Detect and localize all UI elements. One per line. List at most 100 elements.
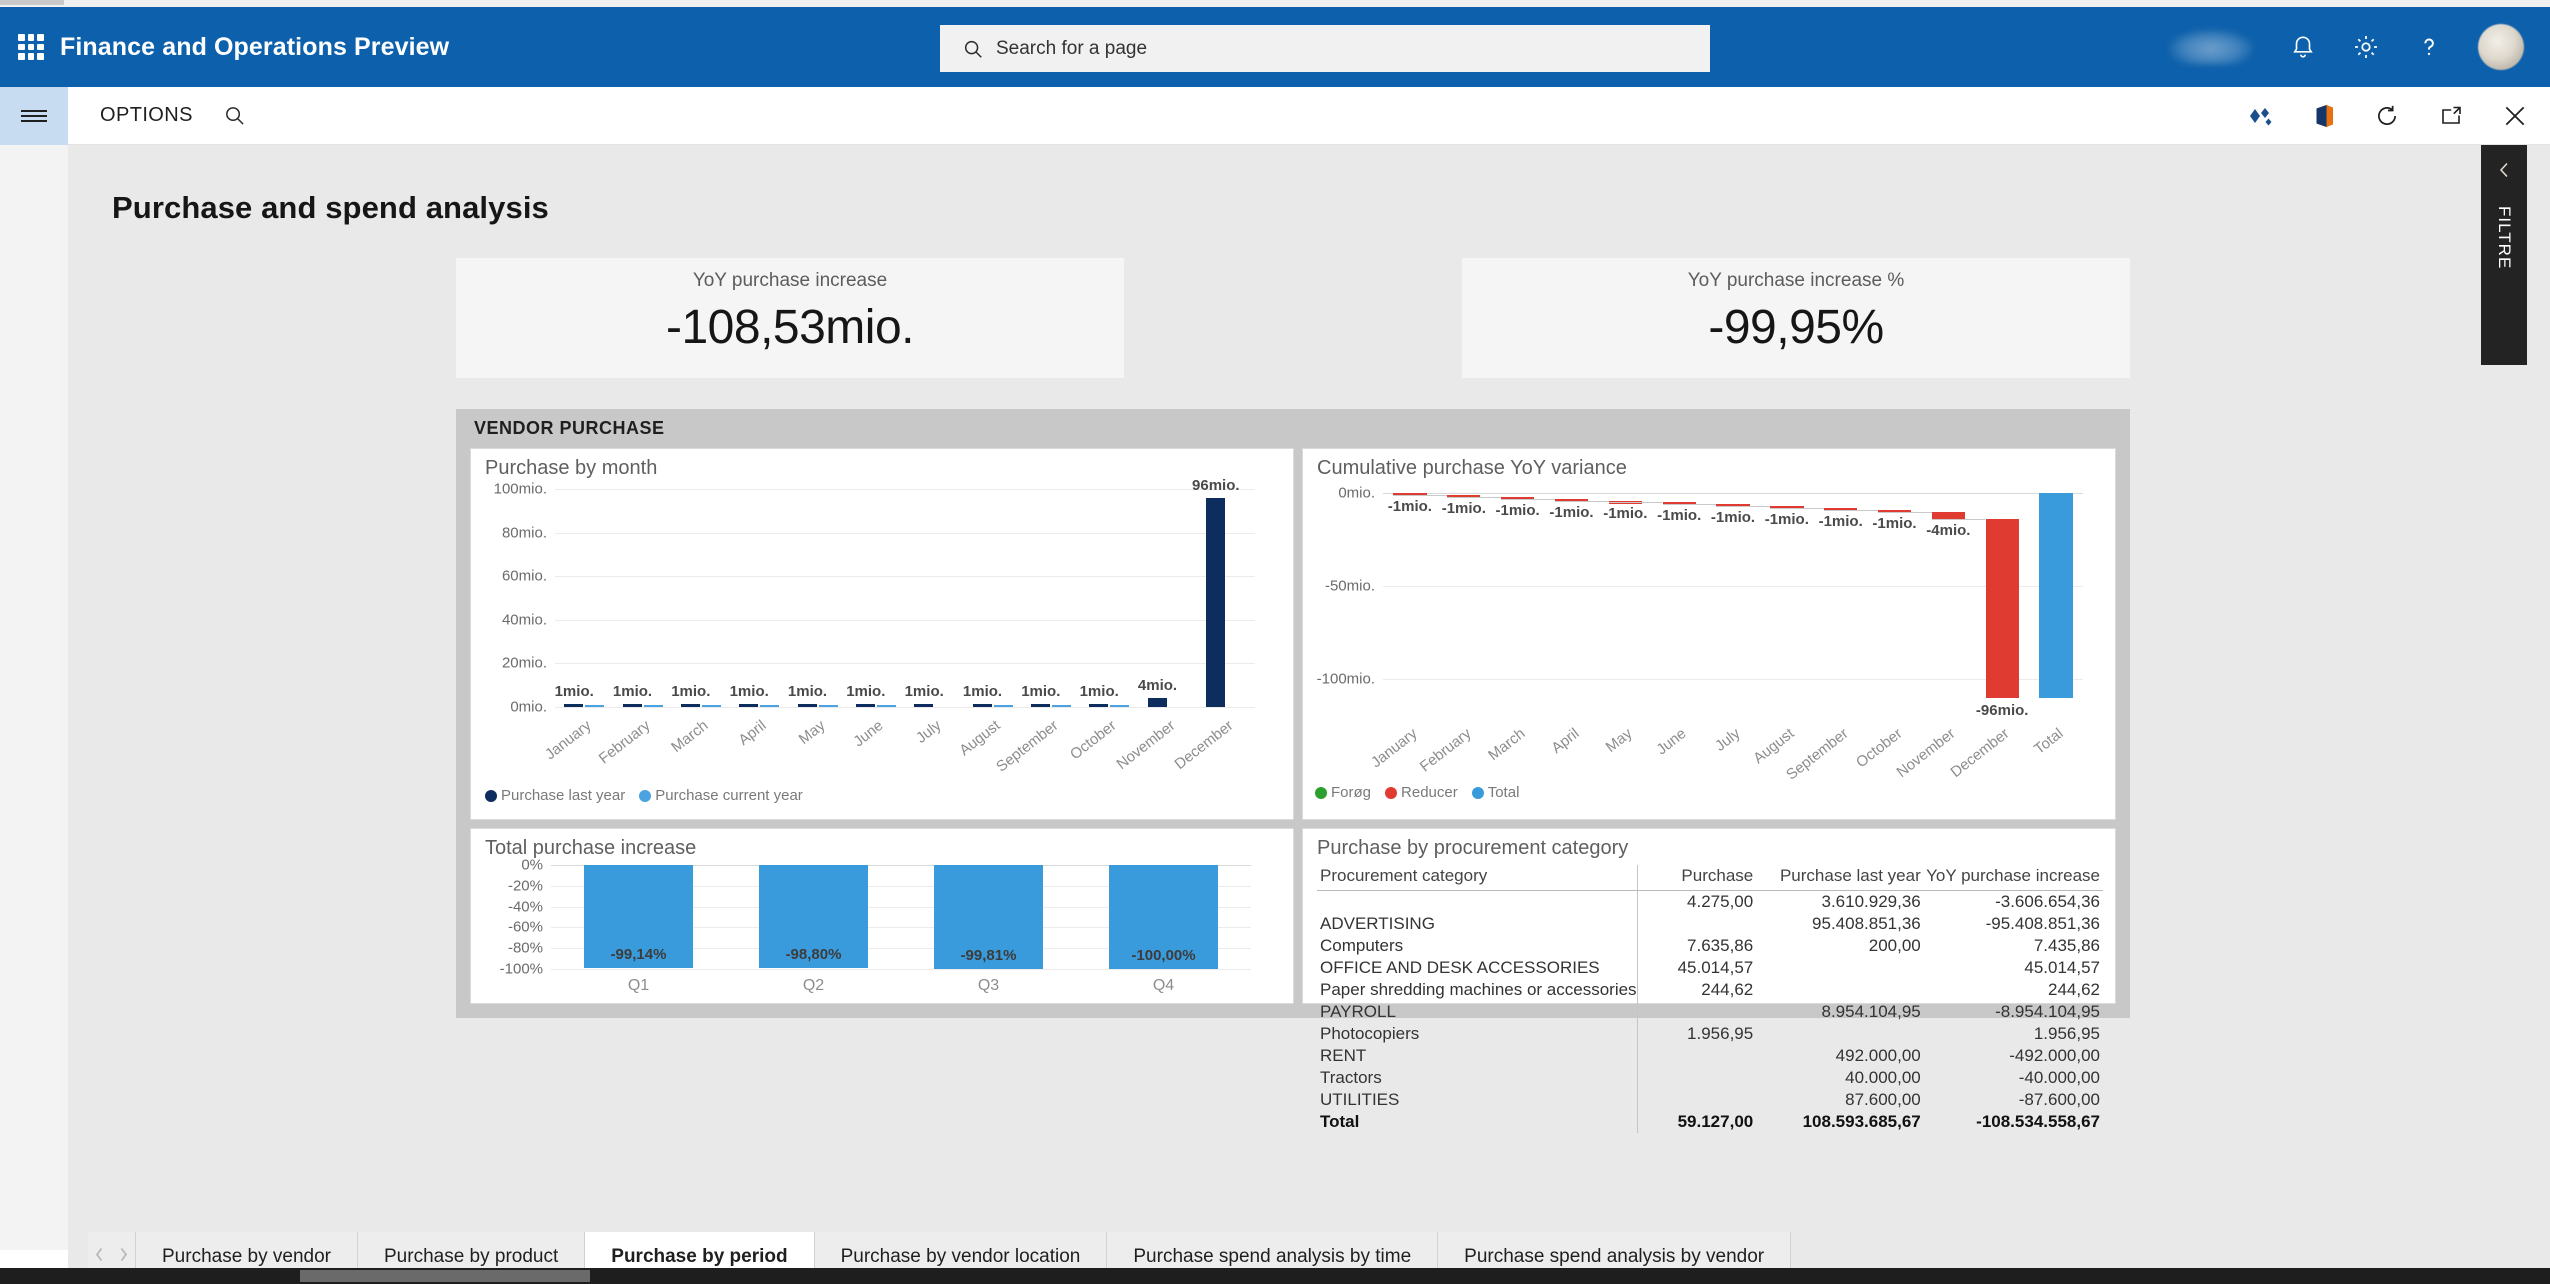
x-axis-tick-label: Q4 (1152, 977, 1175, 994)
bar-value-label: -1mio. (1764, 510, 1809, 528)
scrollbar-thumb[interactable] (300, 1270, 590, 1282)
chart-tile-cumulative-yoy-variance[interactable]: Cumulative purchase YoY variance 0mio. -5… (1302, 448, 2116, 820)
waterfall-connector (1716, 506, 1771, 507)
table-row[interactable]: OFFICE AND DESK ACCESSORIES 45.014,57 45.0… (1317, 957, 2103, 979)
bar-purchase-current-year[interactable] (1110, 705, 1130, 707)
bar-purchase-current-year[interactable] (585, 705, 605, 707)
bar-purchase-current-year[interactable] (818, 705, 838, 707)
chart-title: Total purchase increase (485, 837, 697, 859)
search-icon[interactable] (223, 104, 246, 127)
table-row[interactable]: Photocopiers 1.956,95 1.956,95 (1317, 1023, 2103, 1045)
bar-purchase-last-year[interactable] (1147, 698, 1167, 707)
legend-item[interactable]: Reducer (1385, 784, 1458, 801)
chart-legend: Purchase last year Purchase current year (485, 787, 813, 804)
bar-purchase-current-year[interactable] (876, 705, 896, 707)
chart-tile-purchase-by-procurement-category[interactable]: Purchase by procurement category Procure… (1302, 828, 2116, 1133)
chevron-right-icon[interactable] (118, 1247, 129, 1267)
bar-total[interactable] (2039, 493, 2073, 698)
legend-item[interactable]: Purchase current year (639, 787, 803, 804)
bar-purchase-current-year[interactable] (643, 705, 663, 707)
table-row[interactable]: Paper shredding machines or accessories 2… (1317, 979, 2103, 1001)
options-menu-label[interactable]: OPTIONS (100, 104, 193, 127)
chart-tile-purchase-by-month[interactable]: Purchase by month 0mio. 20mio. 40mio. 60mio… (470, 448, 1294, 820)
cell-purchase-last-year (1753, 1023, 1921, 1045)
chart-tile-total-purchase-increase[interactable]: Total purchase increase 0% -20% -40% -60% -8… (470, 828, 1294, 1004)
dynamics-diamond-icon[interactable] (2248, 105, 2274, 127)
bar-value-label: 4mio. (1137, 677, 1178, 695)
cloud-icon (2168, 29, 2254, 65)
global-search-input[interactable]: Search for a page (940, 25, 1710, 72)
chevron-left-icon[interactable] (94, 1247, 105, 1267)
gridline (1383, 586, 2083, 588)
table-row[interactable]: Computers 7.635,86 200,00 7.435,86 (1317, 935, 2103, 957)
bar-purchase-last-year[interactable] (1089, 704, 1109, 707)
waterfall-connector (1770, 507, 1824, 509)
settings-gear-icon[interactable] (2352, 33, 2380, 61)
bar-value-label: 1mio. (962, 683, 1003, 700)
y-axis-tick-label: -20% (507, 877, 543, 895)
bar-purchase-current-year[interactable] (993, 705, 1013, 707)
bar-purchase-current-year[interactable] (701, 705, 721, 707)
bar-purchase-last-year[interactable] (855, 704, 875, 707)
open-in-office-icon[interactable] (2312, 103, 2336, 129)
bar-purchase-last-year[interactable] (564, 704, 584, 707)
bar-reduce[interactable] (1985, 519, 2019, 698)
app-launcher-icon[interactable] (18, 34, 44, 60)
x-axis-tick-label: November (1112, 717, 1178, 774)
x-axis-tick-label: May (1602, 725, 1636, 756)
legend-item[interactable]: Purchase last year (485, 787, 625, 804)
bar-purchase-last-year[interactable] (914, 704, 934, 707)
column-header-category[interactable]: Procurement category (1317, 865, 1638, 891)
chart-legend: Forøg Reducer Total (1315, 784, 1529, 801)
open-in-new-window-icon[interactable] (2438, 104, 2464, 128)
x-axis-tick-label: July (913, 717, 945, 747)
filter-panel-collapsed[interactable]: FILTRE (2481, 145, 2527, 365)
legend-item[interactable]: Forøg (1315, 784, 1371, 801)
bar-purchase-current-year[interactable] (1051, 705, 1071, 707)
bar-purchase-last-year[interactable] (680, 704, 700, 707)
table-row[interactable]: PAYROLL 8.954.104,95 -8.954.104,95 (1317, 1001, 2103, 1023)
bar-purchase-last-year[interactable] (797, 704, 817, 707)
bar-value-label: 1mio. (554, 683, 594, 700)
x-axis-tick-label: June (1653, 725, 1690, 759)
cell-category: PAYROLL (1320, 1002, 1396, 1021)
x-axis-tick-label: September (992, 717, 1062, 776)
hamburger-menu-icon[interactable] (0, 86, 68, 145)
kpi-tile-yoy-purchase-increase[interactable]: YoY purchase increase -108,53mio. (456, 258, 1124, 378)
bar-purchase-last-year[interactable] (1205, 497, 1225, 707)
column-header-purchase-last-year[interactable]: Purchase last year (1753, 865, 1921, 891)
column-header-yoy-increase[interactable]: YoY purchase increase (1920, 865, 2103, 891)
bar-purchase-last-year[interactable] (739, 704, 759, 707)
y-axis-tick-label: 0mio. (510, 698, 547, 716)
y-axis-tick-label: -80% (507, 939, 543, 957)
bar-reduce[interactable] (1931, 511, 1966, 520)
bar-value-label: 1mio. (671, 683, 711, 700)
cell-purchase: 1.956,95 (1636, 1023, 1754, 1045)
x-axis-tick-label: November (1893, 725, 1959, 782)
legend-item[interactable]: Total (1471, 784, 1519, 801)
notifications-bell-icon[interactable] (2290, 33, 2316, 61)
refresh-icon[interactable] (2374, 103, 2400, 129)
top-navigation-bar: Finance and Operations Preview Search fo… (0, 7, 2550, 87)
close-icon[interactable] (2502, 103, 2528, 129)
cell-total-purchase: 59.127,00 (1636, 1111, 1754, 1133)
horizontal-scrollbar[interactable] (0, 1268, 2550, 1284)
gridline (555, 576, 1255, 578)
table-row[interactable]: RENT 492.000,00 -492.000,00 (1317, 1045, 2103, 1067)
y-axis-tick-label: 0mio. (1338, 484, 1375, 502)
user-avatar[interactable] (2478, 24, 2524, 70)
table-row[interactable]: Tractors 40.000,00 -40.000,00 (1317, 1067, 2103, 1089)
kpi-tile-yoy-purchase-increase-pct[interactable]: YoY purchase increase % -99,95% (1462, 258, 2130, 378)
help-question-icon[interactable] (2416, 32, 2442, 62)
table-row[interactable]: 4.275,00 3.610.929,36 -3.606.654,36 (1317, 890, 2103, 913)
table-row[interactable]: UTILITIES 87.600,00 -87.600,00 (1317, 1089, 2103, 1111)
cell-purchase-last-year: 95.408.851,36 (1812, 914, 1921, 933)
bar-purchase-last-year[interactable] (972, 704, 992, 707)
chevron-left-icon[interactable] (2496, 161, 2512, 184)
column-header-purchase[interactable]: Purchase (1636, 865, 1754, 891)
bar-value-label: -1mio. (1710, 509, 1756, 526)
bar-purchase-current-year[interactable] (760, 705, 780, 707)
bar-purchase-last-year[interactable] (622, 704, 642, 707)
bar-purchase-last-year[interactable] (1030, 704, 1050, 707)
table-row[interactable]: ADVERTISING 95.408.851,36 -95.408.851,36 (1317, 913, 2103, 935)
